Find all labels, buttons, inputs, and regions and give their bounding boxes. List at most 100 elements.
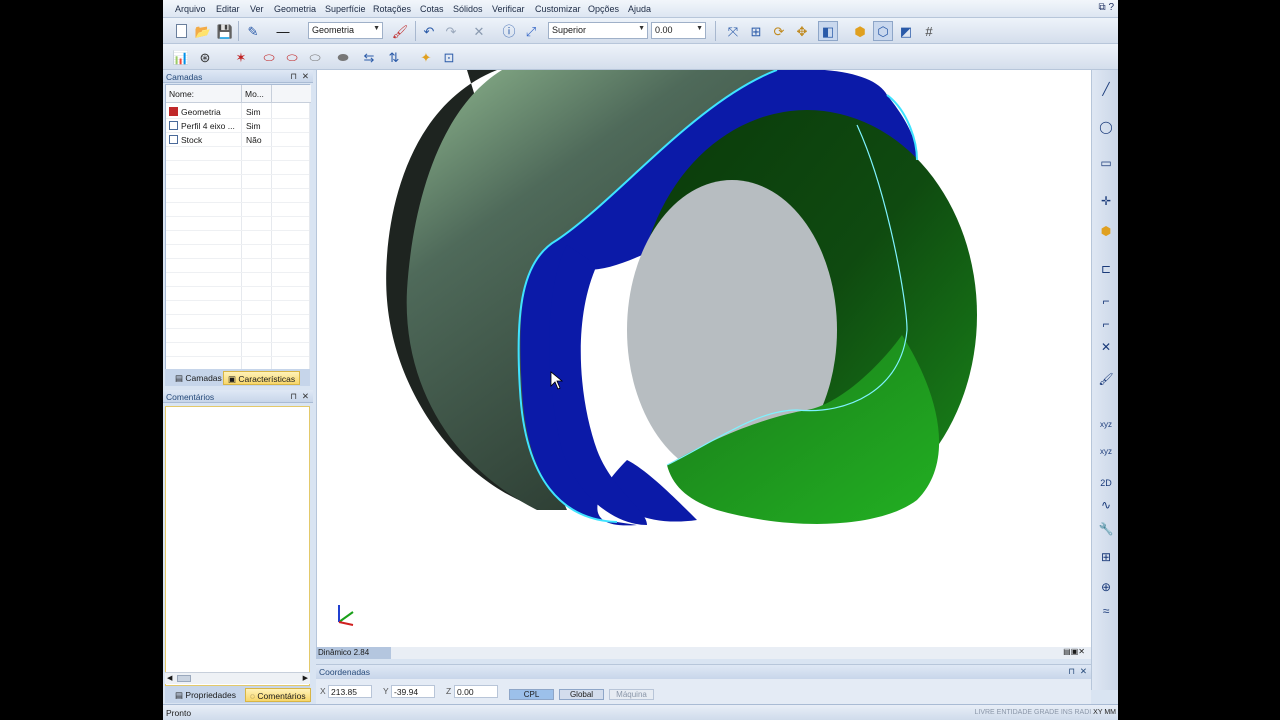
- layer-row[interactable]: Perfil 4 eixo ... Sim: [166, 119, 311, 133]
- attributes-icon[interactable]: 🖌: [390, 21, 410, 41]
- brush-tool-icon[interactable]: 🖌: [1096, 370, 1116, 388]
- pin-icon[interactable]: ⊓: [1068, 666, 1075, 677]
- global-button[interactable]: Global: [559, 689, 604, 700]
- help-pointer-icon[interactable]: ?: [1108, 2, 1114, 13]
- surface-rough-icon[interactable]: ⬭: [259, 47, 279, 67]
- comments-textarea[interactable]: [165, 406, 310, 686]
- chart-icon[interactable]: 📊: [171, 47, 191, 67]
- menu-geometria[interactable]: Geometria: [274, 4, 316, 14]
- menu-ajuda[interactable]: Ajuda: [628, 4, 651, 14]
- xyz-icon[interactable]: xyz: [1096, 415, 1116, 433]
- menu-cotas[interactable]: Cotas: [420, 4, 444, 14]
- hidden-line-icon[interactable]: ◩: [896, 21, 916, 41]
- view-combo[interactable]: Superior ▼: [548, 22, 648, 39]
- menu-ver[interactable]: Ver: [250, 4, 264, 14]
- viewport-window-icons[interactable]: ▤▣✕: [1063, 647, 1085, 656]
- graphics-viewport[interactable]: [316, 70, 1091, 647]
- cube-view-icon[interactable]: ◧: [818, 21, 838, 41]
- rotate-view-icon[interactable]: ⟳: [769, 21, 789, 41]
- menu-opcoes[interactable]: Opções: [588, 4, 619, 14]
- pin-icon[interactable]: ⊓: [290, 71, 297, 82]
- dimension-tool-icon[interactable]: ⊏: [1096, 260, 1116, 278]
- solid-tool-icon[interactable]: ⬢: [1096, 222, 1116, 240]
- pan-icon[interactable]: ✥: [792, 21, 812, 41]
- column-header-mode[interactable]: Mo...: [241, 85, 271, 103]
- coord-x-input[interactable]: 213.85: [328, 685, 372, 698]
- scrollbar-thumb[interactable]: [177, 675, 191, 682]
- coord-y-field[interactable]: Y -39.94: [383, 685, 443, 698]
- mirror-icon[interactable]: ⇅: [384, 47, 404, 67]
- column-header-name[interactable]: Nome:: [166, 85, 241, 103]
- menu-arquivo[interactable]: Arquivo: [175, 4, 206, 14]
- chevron-left-icon[interactable]: ◀: [167, 674, 172, 682]
- tab-camadas[interactable]: ▤ Camadas: [171, 371, 226, 385]
- toolpath-icon[interactable]: ⊛: [195, 47, 215, 67]
- trim-tool-icon[interactable]: ✕: [1096, 338, 1116, 356]
- tab-caracteristicas[interactable]: ▣ Características: [223, 371, 301, 385]
- fit-icon[interactable]: ⤧: [723, 21, 743, 41]
- layer-mode[interactable]: Sim: [246, 107, 261, 117]
- coord-z-input[interactable]: 0.00: [454, 685, 498, 698]
- horizontal-scrollbar[interactable]: ◀ ▶: [165, 672, 310, 684]
- menu-verificar[interactable]: Verificar: [492, 4, 525, 14]
- window-controls[interactable]: ⧉ ?: [1099, 2, 1114, 13]
- translate-icon[interactable]: ✦: [416, 47, 436, 67]
- fillet-tool-icon[interactable]: ⌐: [1096, 292, 1116, 310]
- xyz-offset-icon[interactable]: xyz: [1096, 442, 1116, 460]
- delete-icon[interactable]: ✕: [469, 21, 489, 41]
- chevron-right-icon[interactable]: ▶: [303, 674, 308, 682]
- cpl-button[interactable]: CPL: [509, 689, 554, 700]
- line-tool-icon[interactable]: ╱: [1096, 80, 1116, 98]
- level-combo[interactable]: Geometria ▼: [308, 22, 383, 39]
- coord-y-input[interactable]: -39.94: [391, 685, 435, 698]
- depth-input[interactable]: 0.00 ▼: [651, 22, 706, 39]
- layer-row[interactable]: Geometria Sim: [166, 105, 311, 119]
- zoom-window-icon[interactable]: ⊞: [746, 21, 766, 41]
- array-icon[interactable]: ⊡: [439, 47, 459, 67]
- close-icon[interactable]: ✕: [1080, 666, 1087, 677]
- redo-icon[interactable]: ↷: [441, 21, 461, 41]
- menu-superficie[interactable]: Superfície: [325, 4, 366, 14]
- layer-mode[interactable]: Não: [246, 135, 262, 145]
- wrench-tool-icon[interactable]: 🔧: [1096, 520, 1116, 538]
- undo-icon[interactable]: ↶: [419, 21, 439, 41]
- spline-tool-icon[interactable]: ∿: [1096, 496, 1116, 514]
- surface-finish-icon[interactable]: ⬭: [282, 47, 302, 67]
- close-icon[interactable]: ✕: [302, 71, 309, 82]
- surface-icon[interactable]: ⬭: [305, 47, 325, 67]
- transform-icon[interactable]: ⇆: [359, 47, 379, 67]
- menu-solidos[interactable]: Sólidos: [453, 4, 483, 14]
- maquina-button[interactable]: Máquina: [609, 689, 654, 700]
- coord-z-field[interactable]: Z 0.00: [446, 685, 506, 698]
- pin-icon[interactable]: ⊓: [290, 391, 297, 402]
- close-icon[interactable]: ✕: [302, 391, 309, 402]
- tab-comentarios[interactable]: ◌ Comentários: [245, 688, 311, 702]
- restore-icon[interactable]: ⧉: [1099, 2, 1106, 13]
- menu-editar[interactable]: Editar: [216, 4, 240, 14]
- menu-customizar[interactable]: Customizar: [535, 4, 581, 14]
- rectangle-tool-icon[interactable]: ▭: [1096, 154, 1116, 172]
- machine-icon[interactable]: ✶: [231, 47, 251, 67]
- coord-x-field[interactable]: X 213.85: [320, 685, 380, 698]
- line-style-icon[interactable]: —: [273, 21, 293, 41]
- wireframe-icon[interactable]: ⬡: [873, 21, 893, 41]
- save-icon[interactable]: 💾: [215, 21, 235, 41]
- menu-rotacoes[interactable]: Rotações: [373, 4, 411, 14]
- eraser-icon[interactable]: ⬬: [333, 47, 353, 67]
- color-pencil-icon[interactable]: ✎: [243, 21, 263, 41]
- add-tool-icon[interactable]: ⊞: [1096, 548, 1116, 566]
- analyze-icon[interactable]: ⤢: [521, 21, 541, 41]
- chamfer-tool-icon[interactable]: ⌐: [1096, 315, 1116, 333]
- 2d-mode-icon[interactable]: 2D: [1096, 474, 1116, 492]
- tab-propriedades[interactable]: ▤ Propriedades: [171, 688, 240, 702]
- shaded-icon[interactable]: ⬢: [850, 21, 870, 41]
- circle-tool-icon[interactable]: ◯: [1096, 118, 1116, 136]
- zoom-tool-icon[interactable]: ⊕: [1096, 578, 1116, 596]
- open-folder-icon[interactable]: 📂: [193, 21, 213, 41]
- point-tool-icon[interactable]: ✛: [1096, 192, 1116, 210]
- grid-icon[interactable]: #: [919, 21, 939, 41]
- layer-row[interactable]: Stock Não: [166, 133, 311, 147]
- curve-tool-icon[interactable]: ≈: [1096, 602, 1116, 620]
- new-file-icon[interactable]: [171, 21, 191, 41]
- info-icon[interactable]: ⓘ: [499, 21, 519, 41]
